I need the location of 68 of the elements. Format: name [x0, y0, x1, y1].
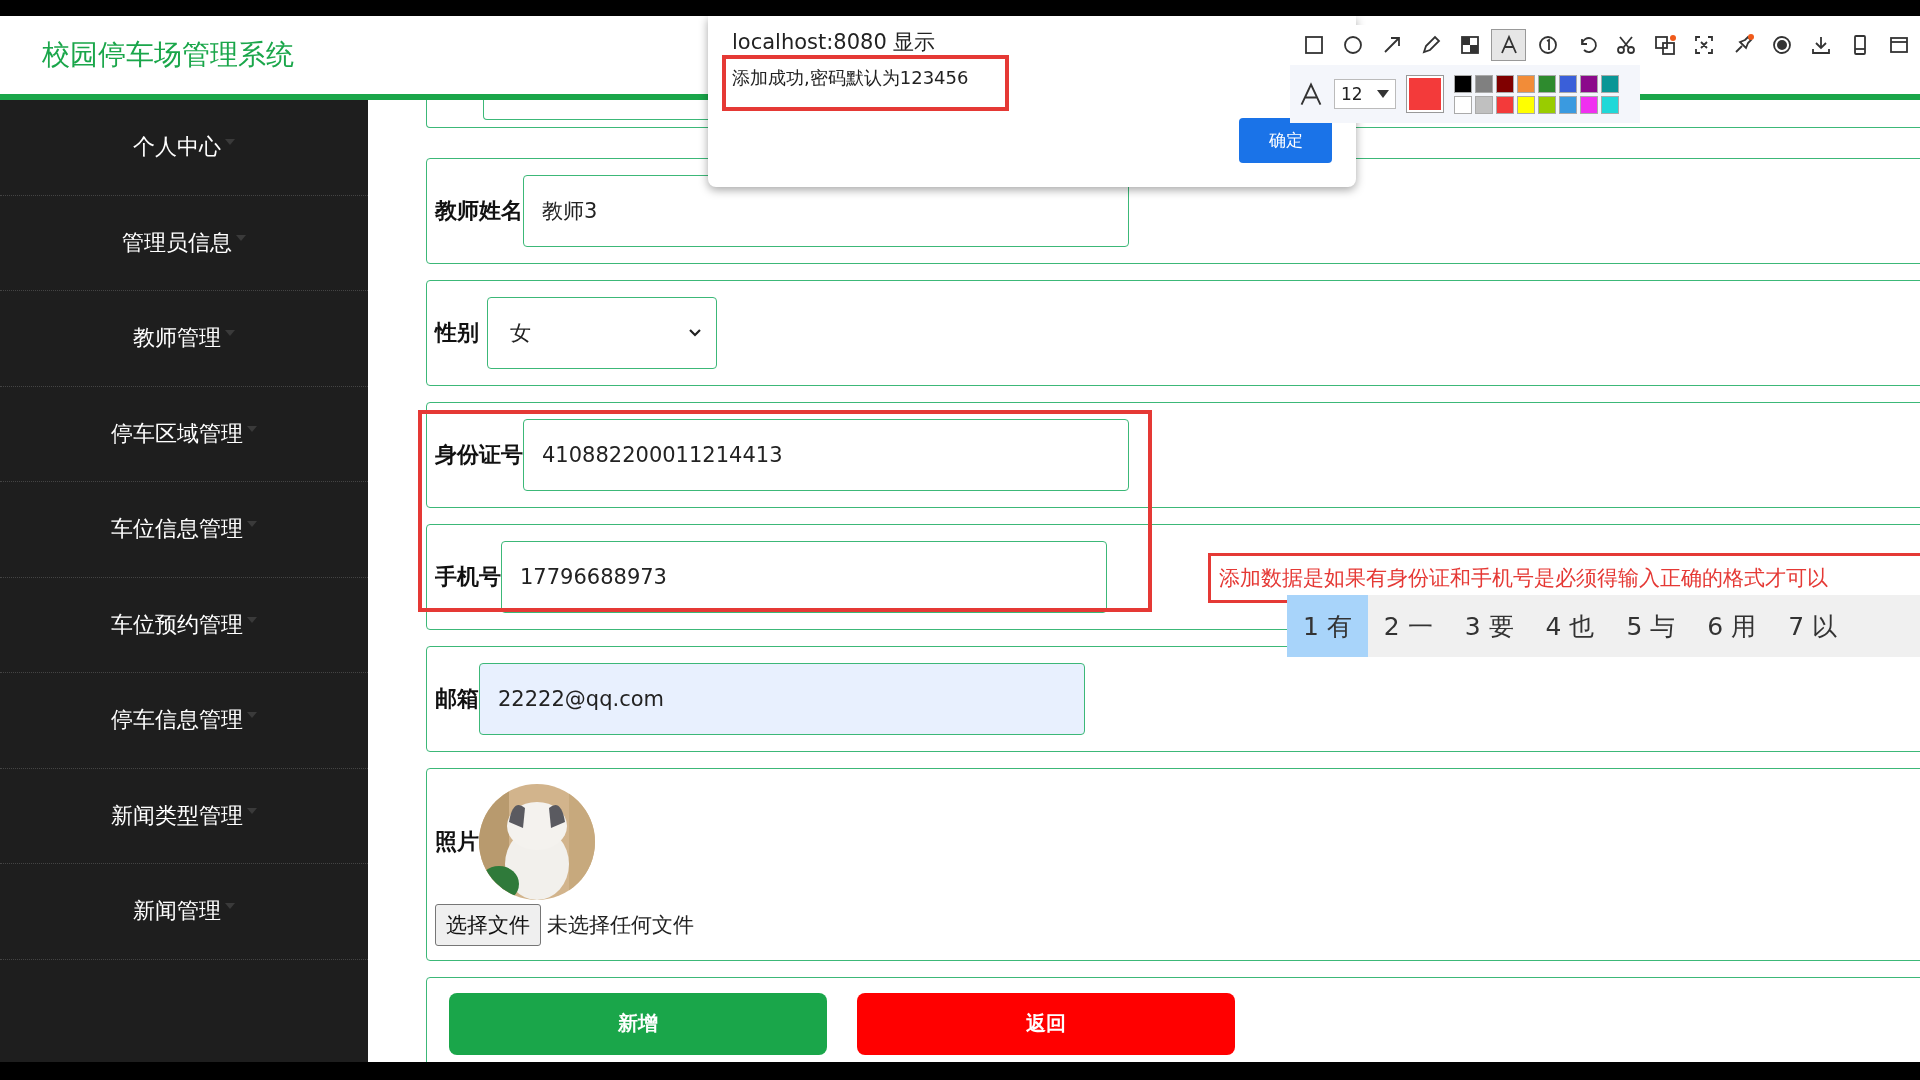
ellipse-icon [1341, 34, 1364, 56]
caret-icon [247, 425, 257, 432]
sidebar-item[interactable]: 个人中心 [0, 100, 368, 196]
color-swatch[interactable] [1496, 95, 1514, 114]
color-swatch[interactable] [1517, 74, 1535, 93]
caret-icon [247, 712, 257, 719]
sidebar-item[interactable]: 停车区域管理 [0, 386, 368, 482]
caret-icon [225, 903, 235, 910]
tool-button[interactable] [1491, 29, 1526, 61]
sidebar-item[interactable]: 教师管理 [0, 291, 368, 387]
current-color[interactable] [1406, 75, 1444, 113]
sidebar-item[interactable]: 车位预约管理 [0, 577, 368, 673]
window-icon [1887, 34, 1910, 56]
field-label: 教师姓名 [435, 197, 523, 225]
sidebar-item[interactable]: 车位信息管理 [0, 482, 368, 578]
sidebar-item[interactable]: 停车信息管理 [0, 673, 368, 769]
ime-candidate[interactable]: 1 有 [1287, 595, 1368, 657]
caret-icon [247, 616, 257, 623]
color-swatch[interactable] [1517, 95, 1535, 114]
text-input[interactable]: 17796688973 [501, 541, 1107, 613]
color-swatch[interactable] [1580, 95, 1598, 114]
color-swatch[interactable] [1580, 74, 1598, 93]
dropdown-icon [1377, 90, 1389, 98]
choose-file-button[interactable]: 选择文件 [435, 903, 541, 946]
field-label: 照片 [435, 827, 479, 856]
color-swatch[interactable] [1538, 95, 1556, 114]
expand-icon [1692, 34, 1715, 56]
font-size-select[interactable]: 12 [1334, 79, 1396, 109]
caret-icon [225, 330, 235, 337]
field-label: 邮箱 [435, 685, 479, 713]
font-icon [1298, 81, 1324, 107]
alert-title: localhost:8080 显示 [732, 29, 936, 56]
color-swatch[interactable] [1454, 74, 1472, 93]
text-input[interactable]: 410882200011214413 [523, 419, 1129, 491]
color-swatch[interactable] [1454, 95, 1472, 114]
alert-message: 添加成功,密码默认为123456 [732, 66, 970, 90]
color-swatch[interactable] [1601, 95, 1619, 114]
sidebar-item[interactable]: 新闻管理 [0, 864, 368, 960]
field-label: 手机号 [435, 563, 501, 591]
download-icon [1809, 34, 1832, 56]
sidebar-item[interactable]: 管理员信息 [0, 195, 368, 291]
caret-icon [225, 139, 235, 146]
caret-icon [247, 521, 257, 528]
number-icon [1536, 34, 1559, 56]
color-swatch[interactable] [1496, 74, 1514, 93]
color-swatch[interactable] [1475, 95, 1493, 114]
sidebar-item[interactable]: 新闻类型管理 [0, 768, 368, 864]
chevron-icon [688, 328, 702, 338]
mosaic-icon [1458, 34, 1481, 56]
caret-icon [236, 234, 246, 241]
field-label: 性别 [435, 319, 479, 347]
app-title: 校园停车场管理系统 [42, 37, 294, 73]
text-input[interactable]: 22222@qq.com [479, 663, 1085, 735]
color-swatch[interactable] [1559, 74, 1577, 93]
ok-button[interactable]: 确定 [1239, 118, 1332, 163]
translate-icon [1653, 34, 1676, 56]
color-swatch[interactable] [1601, 74, 1619, 93]
color-swatch[interactable] [1538, 74, 1556, 93]
caret-icon [247, 807, 257, 814]
field-label: 身份证号 [435, 441, 523, 469]
rectangle-icon [1302, 34, 1325, 56]
file-status: 未选择任何文件 [547, 911, 694, 939]
record-icon [1770, 34, 1793, 56]
color-swatch[interactable] [1559, 95, 1577, 114]
gender-select[interactable]: 女 [487, 297, 717, 369]
scissors-icon [1614, 34, 1637, 56]
back-button[interactable]: 返回 [857, 992, 1235, 1055]
color-swatch[interactable] [1475, 74, 1493, 93]
